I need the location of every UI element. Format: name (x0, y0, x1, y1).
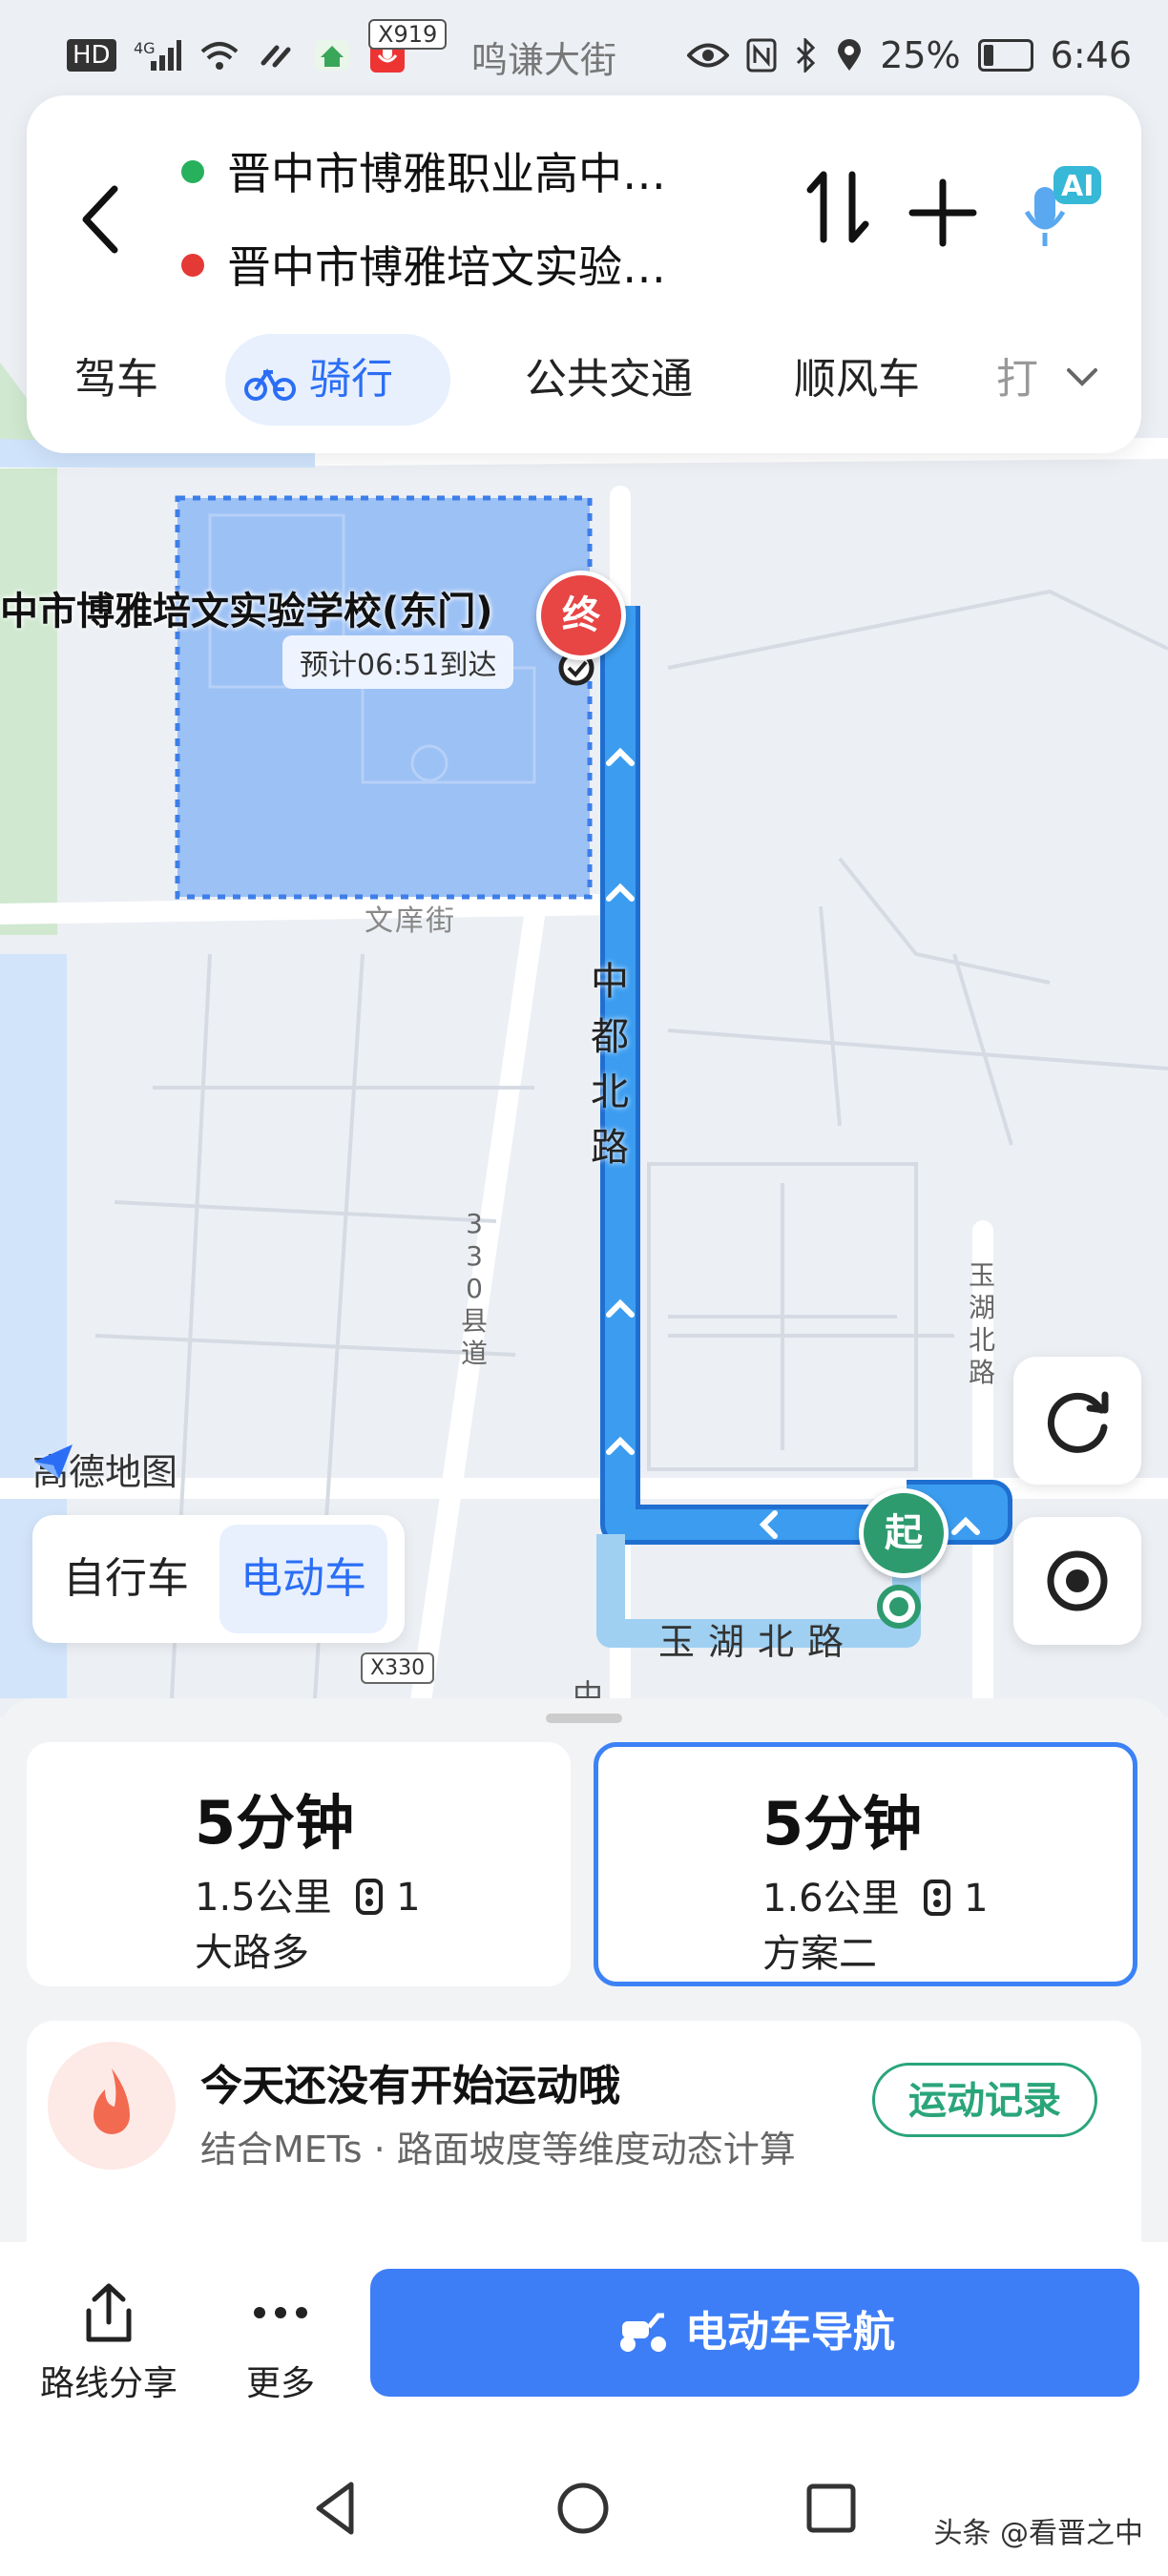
share-route-button[interactable]: 路线分享 (32, 2280, 185, 2405)
route-sheet: 5分钟 1.5公里 1 大路多 5分钟 1.6公里 1 方案二 今天还没有开始运… (0, 1698, 1168, 2576)
locate-button[interactable] (1013, 1517, 1141, 1645)
refresh-button[interactable] (1013, 1357, 1141, 1485)
start-pin[interactable]: 起 (859, 1488, 949, 1578)
back-button[interactable] (73, 181, 130, 258)
add-waypoint-button[interactable] (905, 157, 981, 271)
bluetooth-icon (797, 38, 816, 73)
destination-dot (181, 254, 204, 277)
svg-text:4G: 4G (134, 39, 156, 57)
tab-taxi[interactable]: 打 (977, 334, 1044, 426)
amap-logo-icon (34, 1444, 73, 1479)
road-label-county330: 330县道 (460, 1208, 488, 1369)
swap-icon (806, 171, 869, 243)
battery-percent: 25% (880, 34, 961, 76)
vehicle-option-bicycle[interactable]: 自行车 (42, 1525, 210, 1633)
road-label-zhongdu: 中都北路 (591, 960, 629, 1170)
home-nav-icon[interactable] (550, 2475, 616, 2542)
more-label: 更多 (245, 2364, 315, 2403)
tabs-expand-button[interactable] (1063, 357, 1101, 399)
signal-4g-icon: 4G (134, 39, 181, 71)
eta-chip: 预计06:51到达 (282, 635, 514, 689)
mode-tabs: 驾车 骑行 公共交通 顺风车 打 (27, 334, 1141, 429)
more-button[interactable]: 更多 (204, 2280, 357, 2405)
bicycle-icon (244, 368, 296, 401)
hd-icon: HD (67, 39, 116, 72)
exercise-subtitle: 结合METs · 路面坡度等维度动态计算 (200, 2129, 796, 2171)
wifi-icon (200, 42, 238, 70)
route-option-1[interactable]: 5分钟 1.5公里 1 大路多 (27, 1742, 571, 1986)
location-icon (838, 39, 862, 71)
route-distance: 1.6公里 1 (762, 1877, 989, 1921)
route-distance: 1.5公里 1 (195, 1876, 421, 1920)
ebike-navigation-button[interactable]: 电动车导航 (370, 2269, 1139, 2397)
traffic-light-icon (924, 1880, 951, 1916)
watermark: 头条 @看晋之中 (933, 2517, 1143, 2550)
more-icon (254, 2307, 307, 2318)
action-bar: 路线分享 更多 电动车导航 (0, 2242, 1168, 2442)
ai-badge: AI (1061, 170, 1095, 203)
route-tag: 大路多 (195, 1931, 309, 1975)
road-label-wenli: 文庠街 (365, 904, 456, 938)
road-label-yuhu-vertical: 玉湖北路 (968, 1259, 995, 1388)
locate-icon (1047, 1550, 1108, 1611)
exercise-record-button[interactable]: 运动记录 (872, 2063, 1097, 2137)
share-route-label: 路线分享 (39, 2364, 177, 2403)
road-label-yuhu-horizontal: 玉湖北路 (658, 1621, 858, 1663)
origin-field[interactable]: 晋中市博雅职业高中… (227, 139, 819, 202)
tab-cycling[interactable]: 骑行 (225, 334, 450, 426)
origin-dot (181, 160, 204, 183)
ai-voice-button[interactable]: AI (1019, 164, 1101, 250)
tab-cycling-label: 骑行 (309, 355, 393, 404)
tab-rideshare[interactable]: 顺风车 (775, 334, 939, 426)
vehicle-toggle: 自行车 电动车 (32, 1515, 405, 1643)
nfc-icon (746, 38, 777, 73)
flame-icon (48, 2042, 176, 2170)
route-time: 5分钟 (762, 1789, 923, 1859)
ebike-navigation-label: 电动车导航 (685, 2308, 895, 2357)
chevron-down-icon (1067, 368, 1097, 386)
clock: 6:46 (1050, 34, 1132, 76)
status-bar: HD 4G X919 鸣谦大街 25% 6:46 (0, 0, 1168, 105)
ebike-icon (620, 2313, 666, 2352)
campus-area (175, 495, 593, 900)
recents-nav-icon[interactable] (798, 2475, 865, 2542)
tab-driving[interactable]: 驾车 (55, 334, 177, 426)
route-option-2[interactable]: 5分钟 1.6公里 1 方案二 (594, 1742, 1137, 1986)
destination-field[interactable]: 晋中市博雅培文实验… (227, 233, 819, 296)
system-navigation-bar: 头条 @看晋之中 (0, 2442, 1168, 2576)
sheet-handle[interactable] (546, 1714, 622, 1723)
eye-icon (687, 43, 730, 68)
swap-button[interactable] (804, 167, 871, 263)
vehicle-option-ebike[interactable]: 电动车 (219, 1525, 387, 1633)
exercise-title: 今天还没有开始运动哦 (200, 2062, 620, 2110)
chevron-left-icon (82, 185, 118, 254)
battery-icon (977, 39, 1033, 72)
route-search-card: 晋中市博雅职业高中… 晋中市博雅培文实验… AI 驾车 骑行 公共交通 顺风车 … (27, 95, 1141, 453)
traffic-light-count: 1 (396, 1876, 421, 1920)
link-icon (261, 45, 291, 68)
plus-icon (908, 178, 977, 247)
traffic-light-icon (356, 1879, 384, 1915)
share-icon (86, 2283, 132, 2342)
app-home-icon (314, 40, 349, 71)
status-badge: X919 (368, 19, 448, 50)
tab-transit[interactable]: 公共交通 (506, 334, 712, 426)
route-time: 5分钟 (195, 1788, 355, 1858)
map-street-label-top: 鸣谦大街 (471, 39, 617, 81)
end-pin[interactable]: 终 (536, 571, 626, 660)
x330-shield: X330 (361, 1652, 435, 1684)
amap-logo: 高德地图 (32, 1443, 177, 1495)
exercise-card[interactable]: 今天还没有开始运动哦 结合METs · 路面坡度等维度动态计算 运动记录 (27, 2021, 1141, 2269)
refresh-icon (1047, 1391, 1109, 1453)
back-nav-icon[interactable] (303, 2475, 370, 2542)
traffic-light-count: 1 (964, 1877, 989, 1921)
destination-map-label[interactable]: 中市博雅培文实验学校(东门) (0, 580, 493, 635)
route-tag: 方案二 (762, 1932, 877, 1976)
